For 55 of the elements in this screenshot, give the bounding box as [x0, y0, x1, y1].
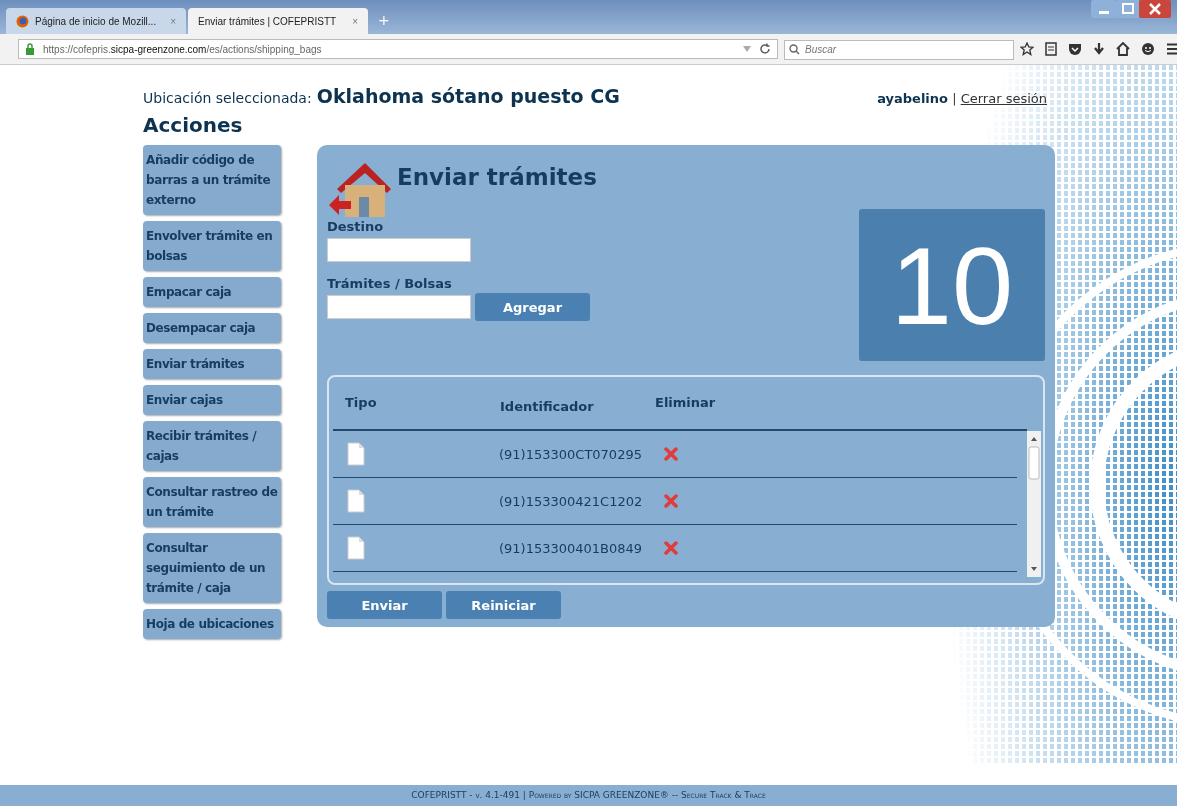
table-cell-text: (91)153300421C1202 — [499, 493, 644, 509]
new-tab-button[interactable]: + — [370, 12, 398, 34]
footer: COFEPRISTT - v. 4.1-491 | Powered by SICPA GREENZONE® -- Secure Track & Trace — [0, 785, 1177, 806]
location-name: Oklahoma sótano puesto CG — [316, 85, 620, 107]
logout-link[interactable]: Cerrar sesión — [960, 91, 1047, 106]
window-controls-icon[interactable] — [1091, 0, 1171, 20]
address-bar[interactable]: https://cofepris.sicpa-greenzone.com/es/actions/shipping_bags — [18, 39, 778, 59]
sidebar-item[interactable]: Añadir código de barras a un trámite externo — [143, 145, 281, 215]
home-icon[interactable] — [1116, 42, 1130, 56]
sidebar-item[interactable]: Desempacar caja — [143, 313, 281, 343]
smiley-icon[interactable] — [1141, 42, 1155, 56]
sidebar-item[interactable]: Consultar seguimiento de un trámite / caja — [143, 533, 281, 603]
menu-icon[interactable] — [1166, 43, 1177, 55]
sidebar-item[interactable]: Envolver trámite en bolsas — [143, 221, 281, 271]
table-cell-text: (91)153300CT070295 — [499, 446, 643, 462]
browser-tab[interactable]: Enviar trámites | COFEPRISTT × — [188, 8, 368, 34]
location-label: Ubicación seleccionada: — [143, 90, 312, 106]
pocket-icon[interactable] — [1068, 42, 1082, 56]
action-button[interactable]: Reiniciar — [446, 591, 561, 619]
sidebar-title: Acciones — [143, 113, 244, 137]
tab-close-button[interactable]: × — [352, 15, 358, 27]
procedures-input[interactable] — [327, 295, 471, 319]
table-cell-text: (91)153300401B0849 — [499, 540, 644, 556]
sidebar-item[interactable]: Enviar trámites — [143, 349, 281, 379]
search-icon — [789, 44, 800, 55]
column-header: Tipo — [344, 394, 378, 412]
search-field[interactable]: Buscar — [784, 39, 1014, 60]
column-header: Eliminar — [655, 394, 716, 412]
reload-icon[interactable] — [759, 43, 771, 55]
browser-tab[interactable]: Página de inicio de Mozill... × — [6, 8, 186, 34]
add-button[interactable]: Agregar — [475, 293, 590, 321]
firefox-logo-icon — [16, 14, 29, 28]
column-header: Identificador — [500, 398, 595, 416]
download-icon[interactable] — [1093, 42, 1105, 56]
document-icon — [347, 489, 365, 513]
sidebar-item[interactable]: Consultar rastreo de un trámite — [143, 477, 281, 527]
document-icon — [347, 442, 365, 466]
username: ayabelino — [877, 91, 948, 106]
bookmark-star-icon[interactable] — [1020, 42, 1034, 56]
sidebar-item[interactable]: Hoja de ubicaciones — [143, 609, 281, 639]
count-display: 10 — [859, 209, 1045, 361]
field-label: Destino — [327, 219, 385, 234]
separator: | — [952, 91, 957, 106]
field-label: Trámites / Bolsas — [327, 276, 453, 291]
sidebar-item[interactable]: Recibir trámites / cajas — [143, 421, 281, 471]
tab-close-button[interactable]: × — [170, 15, 176, 27]
destination-input[interactable] — [327, 238, 471, 262]
bookmarks-list-icon[interactable] — [1045, 42, 1057, 56]
lock-icon — [25, 43, 35, 55]
sidebar-item[interactable]: Empacar caja — [143, 277, 281, 307]
document-icon — [347, 536, 365, 560]
action-button[interactable]: Enviar — [327, 591, 442, 619]
sidebar-item[interactable]: Enviar cajas — [143, 385, 281, 415]
page-title: Enviar trámites — [397, 164, 597, 190]
scrollbar[interactable] — [1027, 431, 1041, 577]
